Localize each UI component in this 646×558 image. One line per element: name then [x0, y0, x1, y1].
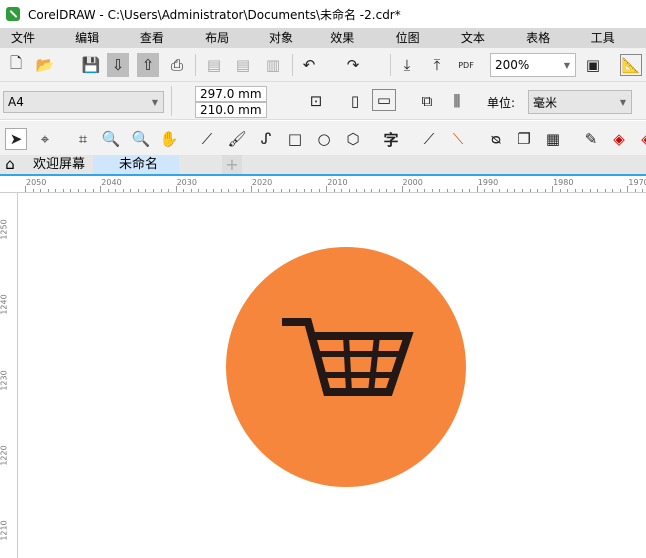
canvas[interactable]: [0, 0, 646, 558]
